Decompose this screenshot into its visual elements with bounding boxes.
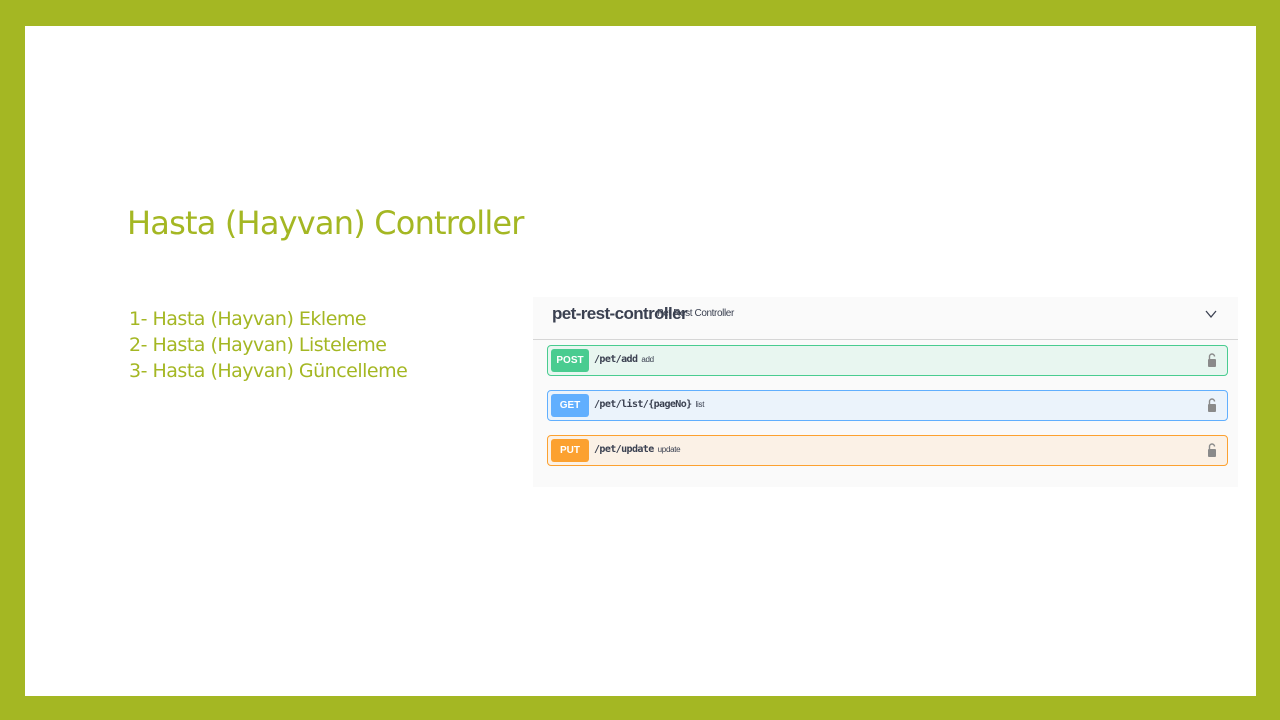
- bullet-item: 3- Hasta (Hayvan) Güncelleme: [129, 360, 408, 382]
- operation-path-text: /pet/list/{pageNo}: [594, 399, 692, 410]
- operation-summary: update: [657, 445, 681, 454]
- operation-post-pet-add[interactable]: POST /pet/add add: [547, 345, 1228, 376]
- bullet-item: 1- Hasta (Hayvan) Ekleme: [129, 308, 367, 330]
- slide-title: Hasta (Hayvan) Controller: [127, 204, 524, 242]
- chevron-down-icon[interactable]: [1204, 307, 1218, 321]
- bullet-list: 1- Hasta (Hayvan) Ekleme 2- Hasta (Hayva…: [129, 306, 408, 384]
- operation-path: /pet/update update: [594, 444, 681, 455]
- lock-icon[interactable]: [1207, 397, 1217, 413]
- method-badge: PUT: [551, 439, 589, 462]
- operation-summary: add: [641, 355, 654, 364]
- operation-put-pet-update[interactable]: PUT /pet/update update: [547, 435, 1228, 466]
- operation-get-pet-list[interactable]: GET /pet/list/{pageNo} list: [547, 390, 1228, 421]
- method-badge: POST: [551, 349, 589, 372]
- operation-summary: list: [695, 400, 705, 409]
- tag-description: Pet Rest Controller: [657, 308, 734, 319]
- operation-path: /pet/add add: [594, 354, 654, 365]
- operation-path-text: /pet/add: [594, 354, 638, 365]
- tag-header[interactable]: pet-rest-controller Pet Rest Controller: [533, 297, 1238, 340]
- method-badge: GET: [551, 394, 589, 417]
- lock-icon[interactable]: [1207, 442, 1217, 458]
- lock-icon[interactable]: [1207, 352, 1217, 368]
- operation-path-text: /pet/update: [594, 444, 654, 455]
- bullet-item: 2- Hasta (Hayvan) Listeleme: [129, 334, 387, 356]
- slide: Hasta (Hayvan) Controller 1- Hasta (Hayv…: [25, 26, 1256, 696]
- operation-path: /pet/list/{pageNo} list: [594, 399, 704, 410]
- swagger-screenshot: pet-rest-controller Pet Rest Controller …: [533, 297, 1238, 487]
